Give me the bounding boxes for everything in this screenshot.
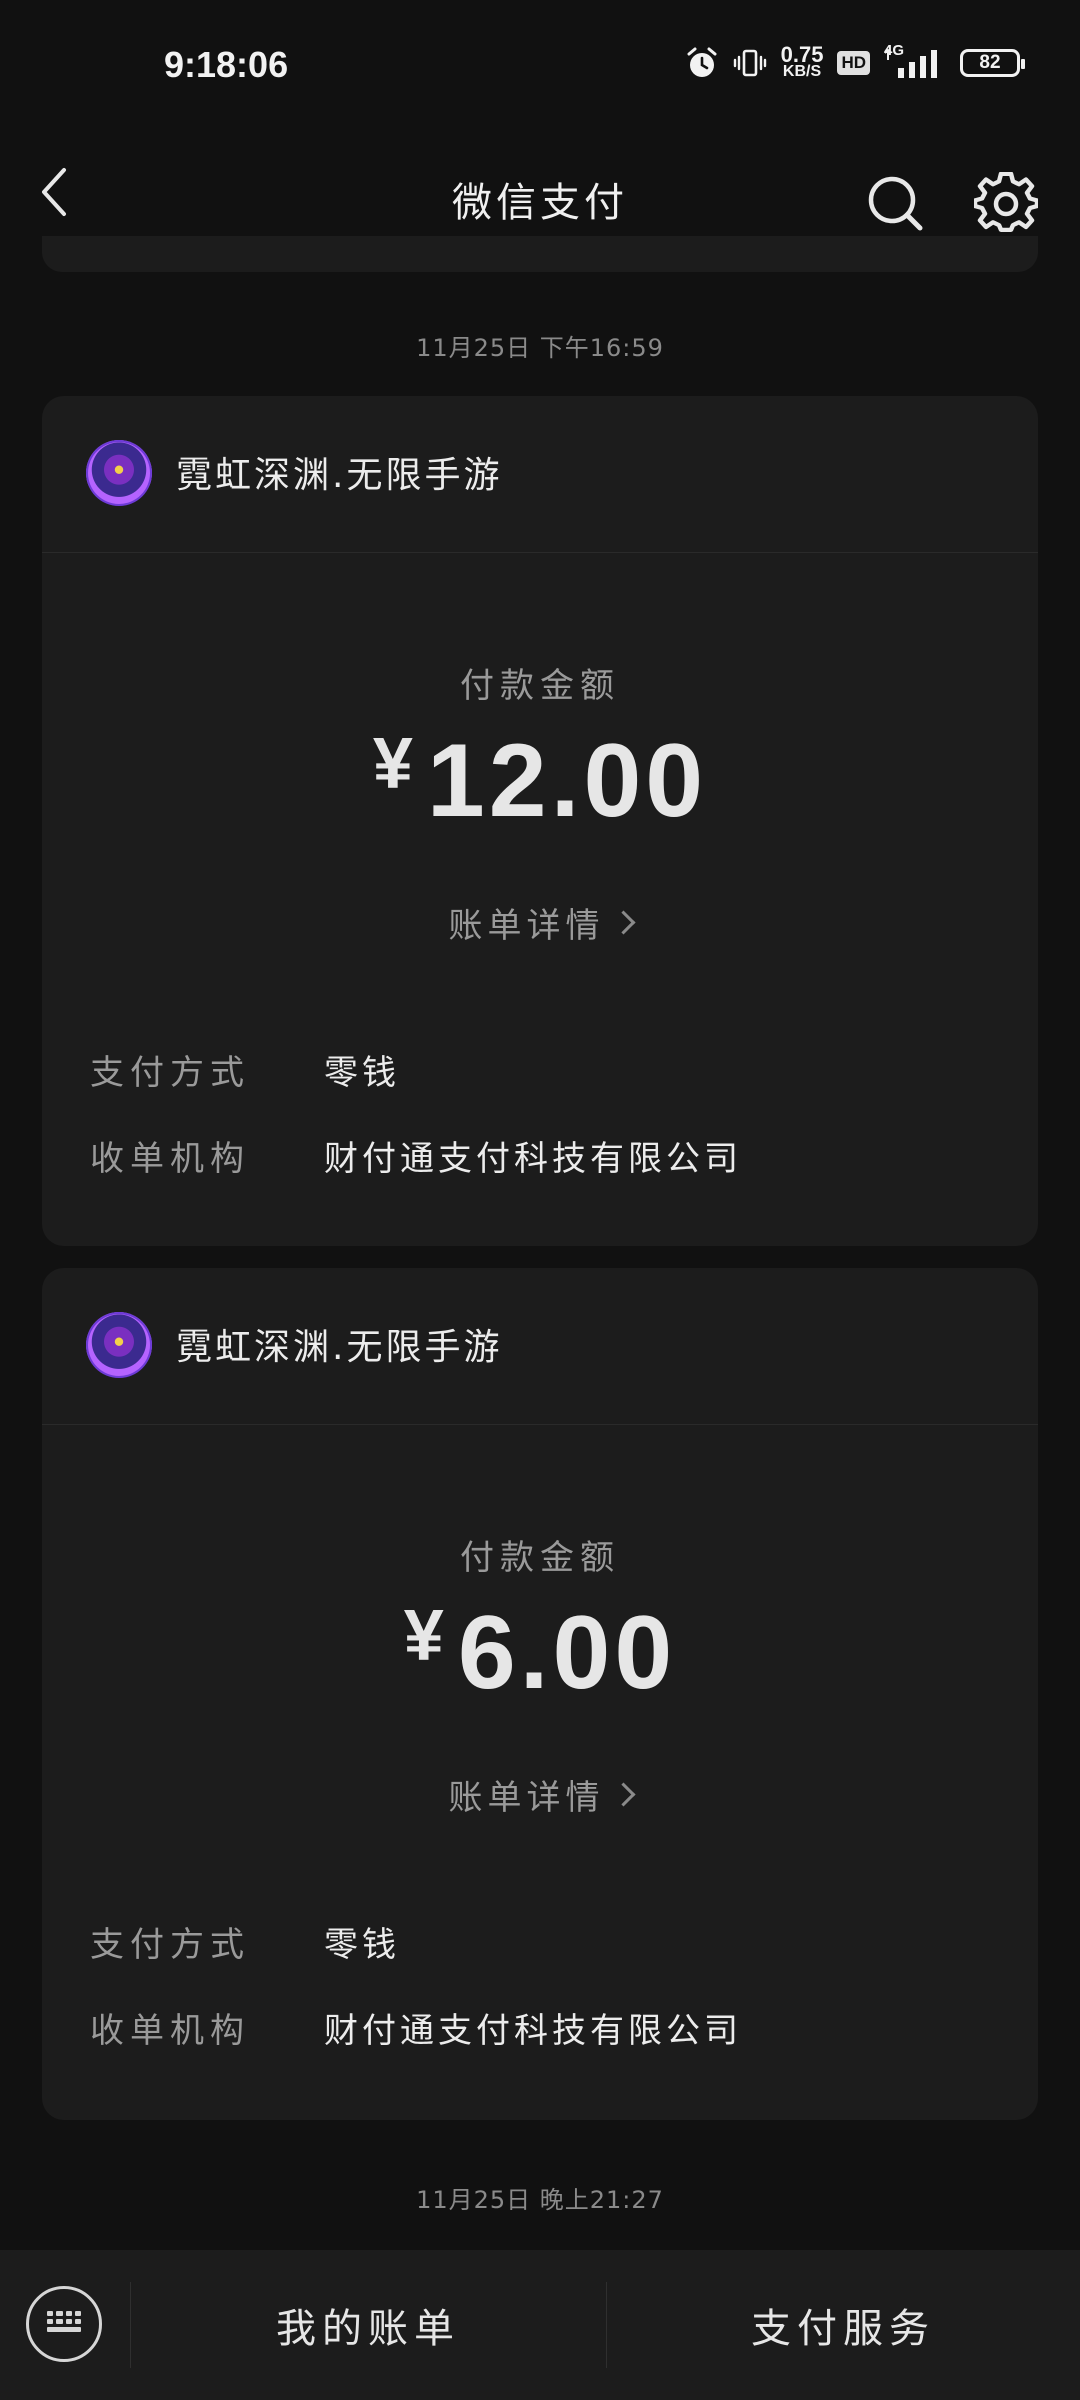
status-bar: 9:18:06 0.75 KB/S HD 4G 82 xyxy=(0,0,1080,140)
info-value: 财付通支付科技有限公司 xyxy=(324,2010,742,2051)
vibrate-icon xyxy=(733,49,766,77)
message-list[interactable]: 11月25日 下午16:59 霓虹深渊.无限手游 付款金额 ¥12.00 账单详… xyxy=(0,236,1080,2250)
info-key: 支付方式 xyxy=(90,1924,250,1965)
currency-symbol: ¥ xyxy=(403,1596,444,1676)
card-header[interactable]: 霓虹深渊.无限手游 xyxy=(42,1268,1038,1425)
chevron-right-icon xyxy=(610,910,636,935)
amount-label: 付款金额 xyxy=(460,666,620,706)
battery-indicator: 82 xyxy=(960,49,1025,77)
payment-amount: ¥6.00 xyxy=(42,1594,1038,1713)
alarm-icon xyxy=(687,47,717,77)
amount-value: 12.00 xyxy=(426,723,708,839)
bill-detail-label: 账单详情 xyxy=(448,906,605,946)
tab-my-bills[interactable]: 我的账单 xyxy=(130,2290,606,2360)
settings-icon[interactable] xyxy=(974,172,1038,236)
message-date: 11月25日 下午16:59 xyxy=(416,334,664,362)
wechat-pay-chat-page: 9:18:06 0.75 KB/S HD 4G 82 微信支付 11月25日 下… xyxy=(0,0,1080,2400)
info-key: 收单机构 xyxy=(90,1138,250,1179)
bill-detail-label: 账单详情 xyxy=(448,1778,605,1818)
network-speed-value: 0.75 xyxy=(780,42,824,67)
previous-card-edge xyxy=(42,236,1038,272)
amount-label: 付款金额 xyxy=(460,1538,620,1578)
payment-card[interactable]: 霓虹深渊.无限手游 付款金额 ¥6.00 账单详情 支付方式 零钱 收单机构 财… xyxy=(42,1268,1038,2120)
network-speed-unit: KB/S xyxy=(782,63,822,80)
info-key: 收单机构 xyxy=(90,2010,250,2051)
merchant-avatar xyxy=(86,1312,152,1378)
merchant-avatar xyxy=(86,440,152,506)
status-icons: 0.75 KB/S HD 4G 82 xyxy=(685,42,1025,81)
status-time: 9:18:06 xyxy=(164,44,289,85)
keyboard-icon[interactable] xyxy=(26,2286,102,2362)
network-speed: 0.75 KB/S xyxy=(780,42,824,81)
search-icon[interactable] xyxy=(862,170,930,238)
signal-indicator: 4G xyxy=(884,42,946,80)
currency-symbol: ¥ xyxy=(372,724,413,804)
payment-amount: ¥12.00 xyxy=(42,722,1038,841)
merchant-name: 霓虹深渊.无限手游 xyxy=(176,1327,503,1368)
merchant-name: 霓虹深渊.无限手游 xyxy=(176,455,503,496)
bottom-bar: 我的账单 支付服务 xyxy=(0,2250,1080,2400)
hd-badge: HD xyxy=(837,51,870,75)
bill-detail-link[interactable]: 账单详情 xyxy=(42,898,1038,947)
amount-value: 6.00 xyxy=(457,1595,677,1711)
info-value: 零钱 xyxy=(324,1924,400,1965)
bill-detail-link[interactable]: 账单详情 xyxy=(42,1770,1038,1819)
card-header[interactable]: 霓虹深渊.无限手游 xyxy=(42,396,1038,553)
info-row-acquirer: 收单机构 财付通支付科技有限公司 xyxy=(90,2002,742,2052)
info-row-payment-method: 支付方式 零钱 xyxy=(90,1044,400,1094)
signal-icon xyxy=(884,48,937,78)
info-row-acquirer: 收单机构 财付通支付科技有限公司 xyxy=(90,1130,742,1180)
info-value: 财付通支付科技有限公司 xyxy=(324,1138,742,1179)
tab-payment-services[interactable]: 支付服务 xyxy=(606,2290,1080,2360)
info-value: 零钱 xyxy=(324,1052,400,1093)
chevron-right-icon xyxy=(610,1782,636,1807)
info-key: 支付方式 xyxy=(90,1052,250,1093)
message-date: 11月25日 晚上21:27 xyxy=(416,2186,664,2214)
info-row-payment-method: 支付方式 零钱 xyxy=(90,1916,400,1966)
payment-card[interactable]: 霓虹深渊.无限手游 付款金额 ¥12.00 账单详情 支付方式 零钱 收单机构 … xyxy=(42,396,1038,1246)
